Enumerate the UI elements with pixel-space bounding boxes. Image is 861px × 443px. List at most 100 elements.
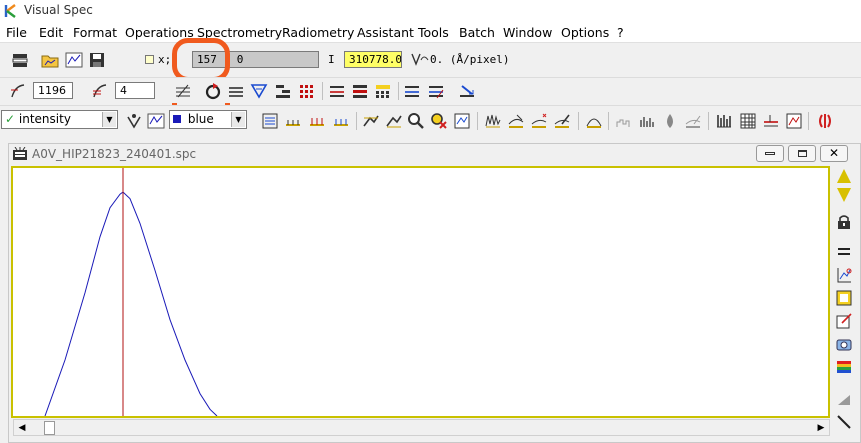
lamp-icon[interactable]: [124, 111, 144, 131]
close-button[interactable]: ✕: [820, 145, 848, 162]
document-icon: [13, 146, 27, 160]
select-area-icon[interactable]: [836, 290, 852, 306]
profile-icon[interactable]: [402, 81, 422, 101]
pixel-field[interactable]: 1196: [33, 82, 73, 99]
graph-icon[interactable]: [146, 111, 166, 131]
layout-icon[interactable]: [260, 111, 280, 131]
menu-help[interactable]: ?: [617, 25, 624, 40]
scroll-right-icon[interactable]: ▶: [815, 422, 827, 434]
histogram-icon[interactable]: [614, 111, 634, 131]
intensity-label: I: [328, 53, 335, 66]
spectrum-plot[interactable]: [11, 166, 830, 418]
normalize-icon[interactable]: [506, 111, 526, 131]
lines-a-icon[interactable]: [283, 111, 303, 131]
color-swatch: [173, 115, 181, 123]
horizontal-scrollbar[interactable]: ◀ ▶: [13, 419, 830, 436]
lines-b-icon[interactable]: [307, 111, 327, 131]
stack-icon[interactable]: [273, 81, 293, 101]
restore-icon: [797, 150, 807, 157]
slope-icon[interactable]: [8, 81, 28, 101]
open-folder-icon[interactable]: [40, 50, 60, 70]
profile-edit-icon[interactable]: [426, 81, 446, 101]
peak-icon[interactable]: [384, 111, 404, 131]
zoom-icon[interactable]: [406, 111, 426, 131]
series-select-value: intensity: [18, 112, 71, 126]
series-select[interactable]: ✓ intensity ▼: [1, 110, 118, 129]
calibration-icon[interactable]: [350, 81, 370, 101]
refresh-icon[interactable]: [203, 81, 223, 101]
menu-bar: File Edit Format Operations Spectrometry…: [0, 22, 861, 43]
smooth-icon[interactable]: [90, 81, 110, 101]
toolbar-main: x;I 157 ; 0 I 310778.0 0. (Å/pixel): [0, 45, 861, 123]
scroll-thumb[interactable]: [44, 421, 55, 435]
restore-button[interactable]: [788, 145, 816, 162]
scroll-left-icon[interactable]: ◀: [16, 422, 28, 434]
app-logo-icon: [4, 4, 18, 18]
table-icon[interactable]: [714, 111, 734, 131]
close-icon: ✕: [828, 146, 840, 160]
rainbow-icon[interactable]: [836, 359, 852, 375]
separator: [808, 112, 809, 130]
separator: [356, 112, 357, 130]
intensity-readout: 310778.0: [344, 51, 402, 68]
color-select[interactable]: blue ▼: [169, 110, 247, 129]
dispersion-icon[interactable]: [410, 50, 430, 68]
document-title: A0V_HIP21823_240401.spc: [32, 147, 197, 161]
menu-radiometry[interactable]: Radiometry: [282, 25, 354, 40]
bracket-icon[interactable]: [815, 111, 835, 131]
menu-assistant[interactable]: Assistant: [357, 25, 414, 40]
axis-scale-icon[interactable]: [836, 267, 852, 283]
width-field[interactable]: 4: [115, 82, 155, 99]
bar-list-icon[interactable]: [637, 111, 657, 131]
open-spectrum-icon[interactable]: [64, 50, 84, 70]
app-title: Visual Spec: [24, 3, 93, 17]
chevron-down-icon: ▼: [102, 112, 116, 127]
menu-format[interactable]: Format: [73, 25, 117, 40]
scroll-up-icon[interactable]: [836, 168, 852, 184]
annotate-icon[interactable]: [836, 313, 852, 329]
camera-icon[interactable]: [836, 336, 852, 352]
lines-c-icon[interactable]: [331, 111, 351, 131]
filter-icon[interactable]: [249, 81, 269, 101]
document-title-bar: A0V_HIP21823_240401.spc ✕: [8, 143, 861, 165]
dispersion-readout: 0. (Å/pixel): [430, 53, 510, 66]
zoom-cancel-icon[interactable]: [429, 111, 449, 131]
spectrum-chart[interactable]: [13, 168, 828, 417]
title-bar: Visual Spec: [0, 0, 861, 22]
separator: [477, 112, 478, 130]
lock-icon[interactable]: [836, 214, 852, 230]
baseline-icon[interactable]: [761, 111, 781, 131]
menu-window[interactable]: Window: [503, 25, 552, 40]
grid-icon[interactable]: [297, 81, 317, 101]
menu-edit[interactable]: Edit: [39, 25, 63, 40]
line-tool-icon[interactable]: [836, 414, 852, 430]
gradient-icon[interactable]: [836, 392, 852, 406]
cursor-icon[interactable]: [361, 111, 381, 131]
scroll-down-icon[interactable]: [836, 188, 852, 202]
color-select-value: blue: [187, 112, 214, 126]
equal-icon[interactable]: [226, 81, 246, 101]
divide-icon[interactable]: [529, 111, 549, 131]
fit-icon[interactable]: [452, 111, 472, 131]
edit-curve-icon[interactable]: [552, 111, 572, 131]
profile-fit-icon[interactable]: [584, 111, 604, 131]
menu-batch[interactable]: Batch: [459, 25, 495, 40]
xy-checkbox[interactable]: [145, 55, 154, 64]
continuum-icon[interactable]: [483, 111, 503, 131]
menu-options[interactable]: Options: [561, 25, 609, 40]
scan-icon[interactable]: [683, 111, 703, 131]
minimize-button[interactable]: [756, 145, 784, 162]
spectrum-line: [44, 191, 218, 417]
menu-file[interactable]: File: [6, 25, 27, 40]
plot-window-icon[interactable]: [784, 111, 804, 131]
menu-tools[interactable]: Tools: [418, 25, 449, 40]
export-icon[interactable]: [457, 81, 477, 101]
matrix-icon[interactable]: [738, 111, 758, 131]
new-file-icon[interactable]: [10, 50, 30, 70]
mask-icon[interactable]: [373, 81, 393, 101]
add-line-icon[interactable]: [327, 81, 347, 101]
save-icon[interactable]: [87, 50, 107, 70]
sum-icon[interactable]: [173, 81, 193, 101]
equal-icon[interactable]: [836, 246, 852, 258]
drop-icon[interactable]: [660, 111, 680, 131]
